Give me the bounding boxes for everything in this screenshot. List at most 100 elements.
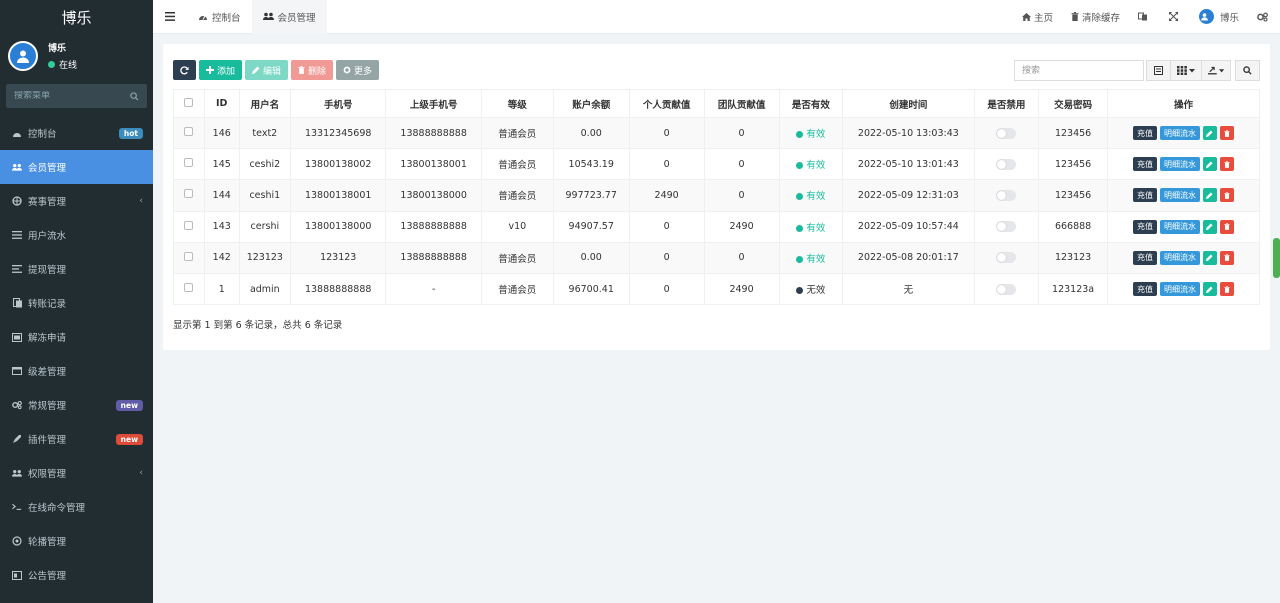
recharge-button[interactable]: 充值 [1132,157,1157,172]
row-checkbox[interactable] [184,220,194,230]
fullscreen-button[interactable] [1160,0,1190,34]
column-header[interactable]: 创建时间 [842,89,975,118]
row-edit-button[interactable] [1202,157,1217,172]
column-header[interactable]: 账户余额 [552,89,630,118]
detail-flow-button[interactable]: 明细流水 [1159,282,1200,297]
refresh-button[interactable] [173,60,196,80]
refresh-icon [180,65,189,74]
language-button[interactable] [1129,0,1160,34]
sidebar-item-1[interactable]: 会员管理 [0,150,153,184]
sidebar-item-11[interactable]: 在线命令管理 [0,490,153,524]
row-edit-button[interactable] [1202,188,1217,203]
row-edit-button[interactable] [1202,219,1217,234]
sidebar-item-8[interactable]: 常规管理 new [0,388,153,422]
tab-members[interactable]: 会员管理 [251,0,327,34]
recharge-button[interactable]: 充值 [1132,282,1157,297]
table-row[interactable]: 1 admin 13888888888- 普通会员 96700.41 0 2490 无效 无 12… [173,272,1261,306]
table-search-input[interactable] [1014,60,1144,81]
disable-toggle[interactable] [996,252,1017,264]
tab-dashboard[interactable]: 控制台 [187,0,252,34]
cell-phone: 13800138001 [289,179,387,212]
table-row[interactable]: 144 ceshi1 13800138001 13800138000 普通会员 99772… [173,179,1261,212]
sidebar-item-3[interactable]: 用户流水 [0,218,153,252]
scrollbar-thumb[interactable] [1273,238,1280,278]
sidebar-item-label: 控制台 [28,129,57,140]
search-button[interactable] [1235,60,1260,81]
row-checkbox[interactable] [184,158,194,168]
app-logo[interactable]: 博乐 [0,0,153,34]
settings-button[interactable] [1248,0,1280,34]
table-row[interactable]: 143 cershi 13800138000 13888888888 v10 94907.… [173,210,1261,243]
row-delete-button[interactable] [1219,250,1234,265]
column-header[interactable]: 是否有效 [778,89,844,118]
row-checkbox[interactable] [184,251,194,261]
sidebar-item-0[interactable]: 控制台 hot [0,116,153,150]
detail-flow-button[interactable]: 明细流水 [1159,188,1200,203]
more-button[interactable]: 更多 [336,60,380,80]
sidebar-item-2[interactable]: 赛事管理 ‹ [0,184,153,218]
home-link[interactable]: 主页 [1013,0,1062,34]
recharge-button[interactable]: 充值 [1132,250,1157,265]
row-checkbox[interactable] [184,127,194,137]
column-header[interactable]: 用户名 [238,89,291,118]
row-edit-button[interactable] [1202,250,1217,265]
row-checkbox[interactable] [184,189,194,199]
row-delete-button[interactable] [1219,157,1234,172]
sidebar-item-6[interactable]: 解冻申请 [0,320,153,354]
edit-button[interactable]: 编辑 [245,60,289,80]
column-header[interactable]: 等级 [480,89,554,118]
column-header[interactable]: 团队贡献值 [703,89,780,118]
sidebar-search-input[interactable] [14,91,114,101]
card-view-button[interactable] [1146,60,1171,81]
recharge-button[interactable]: 充值 [1132,219,1157,234]
clear-cache-button[interactable]: 清除缓存 [1062,0,1129,34]
sidebar-item-10[interactable]: 权限管理 ‹ [0,456,153,490]
table-row[interactable]: 145 ceshi2 13800138002 13800138001 普通会员 10543… [173,148,1261,181]
column-header[interactable]: 上级手机号 [385,89,482,118]
detail-flow-button[interactable]: 明细流水 [1159,250,1200,265]
sidebar-item-13[interactable]: 公告管理 [0,558,153,592]
recharge-button[interactable]: 充值 [1132,188,1157,203]
column-header[interactable]: 是否禁用 [973,89,1040,118]
delete-button[interactable]: 删除 [291,60,334,80]
sidebar-item-4[interactable]: 提现管理 [0,252,153,286]
column-header[interactable]: 交易密码 [1038,89,1108,118]
column-header[interactable]: 手机号 [289,89,387,118]
columns-button[interactable] [1170,60,1202,81]
search-icon[interactable] [130,91,139,101]
row-delete-button[interactable] [1219,126,1234,141]
copy-icon [12,298,22,308]
select-all-checkbox[interactable] [184,97,194,107]
row-delete-button[interactable] [1219,219,1234,234]
column-header[interactable]: 个人贡献值 [628,89,705,118]
sidebar-item-5[interactable]: 转账记录 [0,286,153,320]
row-edit-button[interactable] [1202,282,1217,297]
export-button[interactable] [1201,60,1231,81]
row-delete-button[interactable] [1219,188,1234,203]
disable-toggle[interactable] [996,283,1017,295]
menu-toggle-button[interactable] [153,0,187,34]
add-button[interactable]: 添加 [199,60,243,80]
detail-flow-button[interactable]: 明细流水 [1159,126,1200,141]
sidebar-item-7[interactable]: 级差管理 [0,354,153,388]
table-row[interactable]: 146 text2 13312345698 13888888888 普通会员 0.00 0 0… [173,116,1261,150]
row-checkbox[interactable] [184,283,194,293]
disable-toggle[interactable] [996,158,1017,170]
disable-toggle[interactable] [996,189,1017,201]
detail-flow-button[interactable]: 明细流水 [1159,219,1200,234]
disable-toggle[interactable] [996,127,1017,139]
export-icon [1208,66,1217,75]
sidebar-item-9[interactable]: 插件管理 new [0,422,153,456]
user-menu[interactable]: 博乐 [1190,0,1248,34]
sidebar-item-12[interactable]: 轮播管理 [0,524,153,558]
trash-icon [1224,285,1230,293]
recharge-button[interactable]: 充值 [1132,126,1157,141]
column-header[interactable]: ID [203,89,240,118]
row-delete-button[interactable] [1219,282,1234,297]
row-edit-button[interactable] [1202,126,1217,141]
disable-toggle[interactable] [996,221,1017,233]
table-row[interactable]: 142 123123 123123 13888888888 普通会员 0.00 0 0 有效 20… [173,241,1261,274]
column-header[interactable]: 操作 [1106,89,1261,118]
sidebar-search[interactable] [6,84,147,108]
detail-flow-button[interactable]: 明细流水 [1159,157,1200,172]
